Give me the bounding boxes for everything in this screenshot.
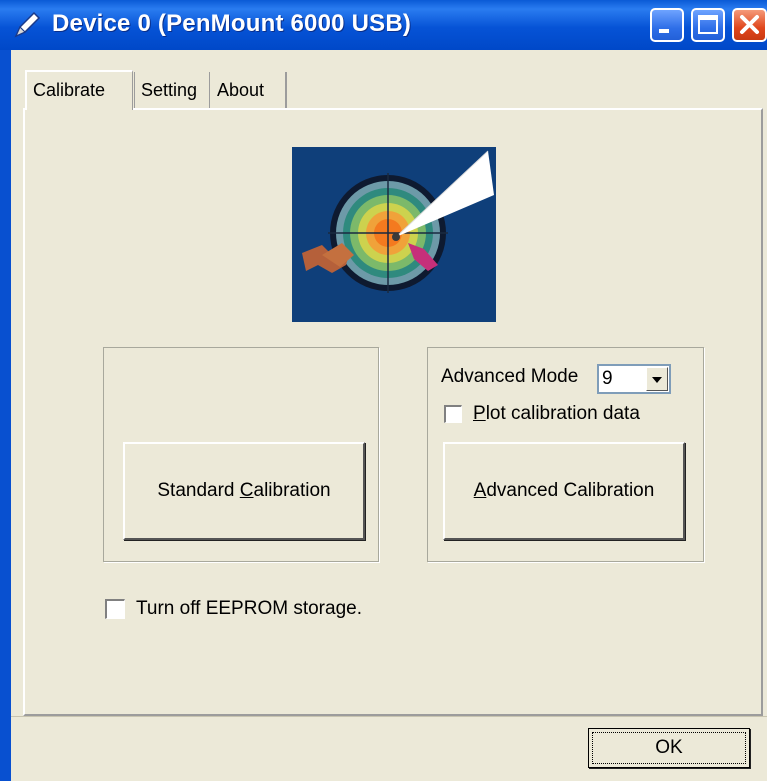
- standard-calibration-label-pre: Standard: [157, 480, 240, 501]
- window-title: Device 0 (PenMount 6000 USB): [52, 10, 412, 37]
- plot-calibration-data-label[interactable]: Plot calibration data: [473, 403, 640, 425]
- advanced-mode-label: Advanced Mode: [441, 366, 579, 387]
- plot-accesskey: P: [473, 403, 486, 424]
- calibration-target-icon: [292, 147, 496, 322]
- advanced-mode-select[interactable]: 9: [597, 364, 671, 394]
- advanced-mode-value: 9: [602, 368, 613, 389]
- tab-calibrate[interactable]: Calibrate: [25, 70, 133, 110]
- footer-divider: [11, 716, 767, 717]
- pen-icon: [14, 11, 41, 38]
- plot-calibration-data-checkbox[interactable]: [444, 405, 462, 423]
- close-button[interactable]: [732, 8, 767, 42]
- maximize-button[interactable]: [691, 8, 725, 42]
- chevron-down-icon[interactable]: [646, 367, 668, 391]
- minimize-button[interactable]: [650, 8, 684, 42]
- device-properties-window: Device 0 (PenMount 6000 USB) Calibrate S…: [0, 0, 767, 781]
- plot-label-post: lot calibration data: [485, 403, 640, 424]
- ok-button[interactable]: OK: [588, 728, 750, 768]
- eeprom-storage-checkbox[interactable]: [105, 599, 125, 619]
- advanced-calibration-button[interactable]: Advanced Calibration: [443, 442, 685, 540]
- maximize-icon: [698, 15, 718, 34]
- standard-calibration-button[interactable]: Standard Calibration: [123, 442, 365, 540]
- close-icon: [740, 15, 759, 34]
- window-left-border: [0, 50, 11, 781]
- standard-calibration-accesskey: C: [239, 480, 254, 501]
- tab-setting[interactable]: Setting: [134, 72, 210, 108]
- dialog-client-area: Calibrate Setting About Standard Calibra…: [11, 50, 767, 781]
- advanced-calibration-label-post: dvanced Calibration: [486, 480, 655, 501]
- advanced-calibration-accesskey: A: [473, 480, 487, 501]
- tab-about[interactable]: About: [211, 72, 287, 108]
- standard-calibration-label-post: alibration: [253, 480, 331, 501]
- eeprom-storage-label[interactable]: Turn off EEPROM storage.: [136, 598, 362, 620]
- minimize-icon: [659, 29, 669, 33]
- title-bar[interactable]: Device 0 (PenMount 6000 USB): [0, 0, 767, 50]
